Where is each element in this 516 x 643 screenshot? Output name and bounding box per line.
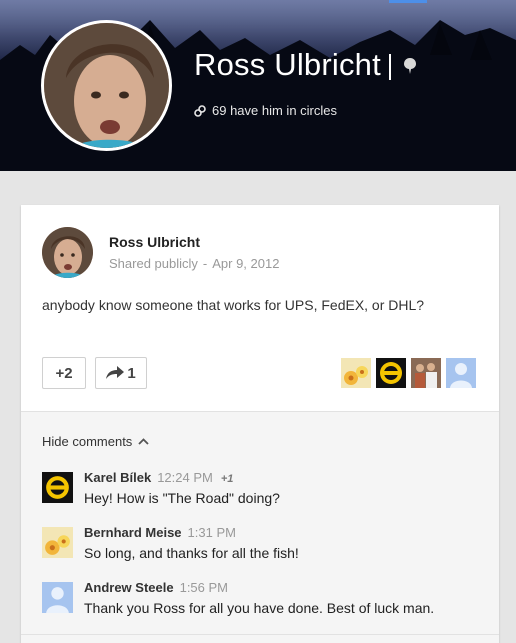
hide-comments-label: Hide comments	[42, 434, 133, 449]
meta-separator: -	[202, 256, 208, 271]
profile-photo	[44, 23, 169, 148]
share-button[interactable]: 1	[95, 357, 147, 389]
post-body: anybody know someone that works for UPS,…	[42, 297, 425, 313]
comments-divider	[21, 634, 499, 635]
lantern-emblem-avatar	[42, 472, 73, 503]
comment-header: Karel Bílek 12:24 PM +1	[84, 470, 233, 485]
post-card: Ross Ulbricht Shared publicly - Apr 9, 201…	[21, 205, 499, 643]
comment-header: Andrew Steele 1:56 PM	[84, 580, 228, 595]
comment-plus-count[interactable]: +1	[221, 473, 234, 485]
author-photo	[42, 227, 93, 278]
comment-time[interactable]: 12:24 PM	[157, 470, 213, 485]
comment-text: So long, and thanks for all the fish!	[84, 545, 299, 561]
pin-icon[interactable]	[403, 57, 417, 75]
sharer-avatar-lantern[interactable]	[376, 358, 406, 388]
default-user-avatar	[42, 582, 73, 613]
comment-time[interactable]: 1:56 PM	[180, 580, 228, 595]
name-divider	[389, 54, 391, 80]
circles-count: 69 have him in circles	[194, 103, 337, 118]
post-visibility[interactable]: Shared publicly	[109, 256, 198, 271]
comment-time[interactable]: 1:31 PM	[188, 525, 236, 540]
comment-item: Karel Bílek 12:24 PM +1 Hey! How is "The R…	[42, 470, 482, 512]
active-tab-indicator	[389, 0, 427, 3]
commenter-avatar[interactable]	[42, 582, 73, 613]
share-count: 1	[127, 364, 136, 382]
sharer-avatar-default[interactable]	[446, 358, 476, 388]
sharer-avatar-people[interactable]	[411, 358, 441, 388]
default-user-avatar	[446, 358, 476, 388]
comment-text: Thank you Ross for all you have done. Be…	[84, 600, 435, 616]
circles-text: 69 have him in circles	[212, 103, 337, 118]
commenter-avatar[interactable]	[42, 527, 73, 558]
commenter-avatar[interactable]	[42, 472, 73, 503]
commenter-name[interactable]: Bernhard Meise	[84, 525, 182, 540]
commenter-name[interactable]: Karel Bílek	[84, 470, 151, 485]
post-date[interactable]: Apr 9, 2012	[212, 256, 279, 271]
post-meta: Shared publicly - Apr 9, 2012	[109, 256, 279, 271]
share-arrow-icon	[106, 366, 125, 379]
flowers-avatar	[42, 527, 73, 558]
profile-avatar[interactable]	[41, 20, 172, 151]
comment-header: Bernhard Meise 1:31 PM	[84, 525, 236, 540]
circles-icon	[194, 104, 206, 117]
people-photo-avatar	[411, 358, 441, 388]
hide-comments-toggle[interactable]: Hide comments	[42, 434, 149, 449]
comment-item: Bernhard Meise 1:31 PM So long, and thank…	[42, 525, 482, 567]
plus-one-count: +2	[55, 364, 73, 382]
flowers-avatar	[341, 358, 371, 388]
comment-text: Hey! How is "The Road" doing?	[84, 490, 280, 506]
comment-item: Andrew Steele 1:56 PM Thank you Ross for …	[42, 580, 482, 622]
lantern-emblem-avatar	[376, 358, 406, 388]
profile-name: Ross Ulbricht	[194, 47, 381, 82]
plus-one-button[interactable]: +2	[42, 357, 86, 389]
post-author-name[interactable]: Ross Ulbricht	[109, 234, 200, 250]
commenter-name[interactable]: Andrew Steele	[84, 580, 174, 595]
chevron-up-icon	[138, 438, 149, 445]
post-author-avatar[interactable]	[42, 227, 93, 278]
sharer-avatar-flowers[interactable]	[341, 358, 371, 388]
comments-section: Hide comments Karel Bílek 12:24 PM +1 Hey!…	[21, 411, 499, 643]
